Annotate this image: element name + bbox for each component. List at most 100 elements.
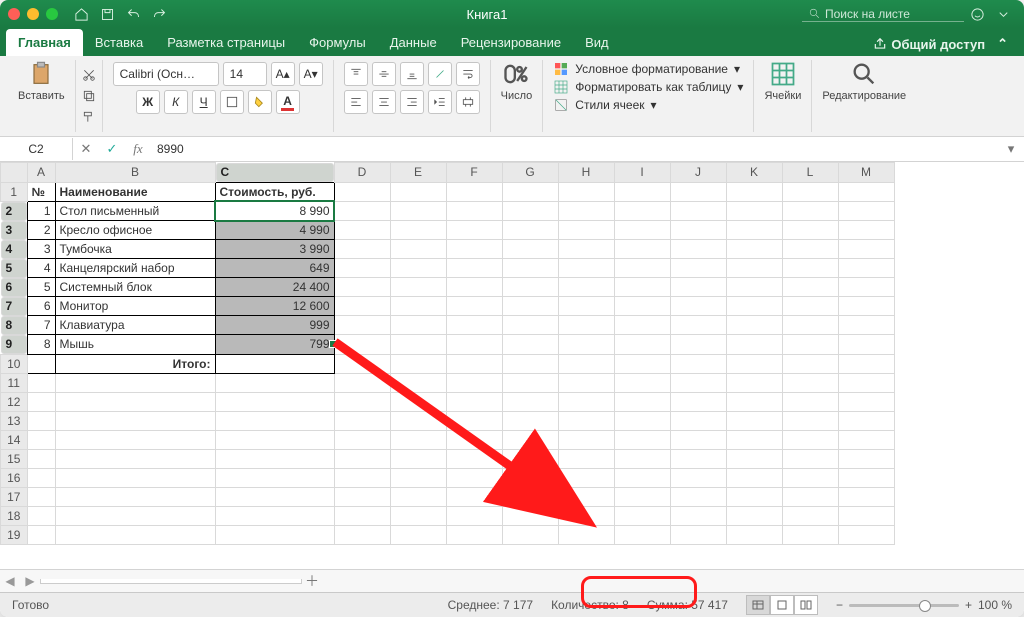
home-icon[interactable] (70, 3, 92, 25)
zoom-out-button[interactable]: − (836, 598, 843, 612)
tab-review[interactable]: Рецензирование (449, 29, 573, 56)
merge-button[interactable] (456, 90, 480, 114)
cancel-icon[interactable]: ✕ (73, 141, 99, 157)
expand-icon[interactable] (992, 3, 1014, 25)
cell[interactable]: 3 990 (215, 240, 334, 259)
cell[interactable]: 4 990 (215, 221, 334, 240)
cell-total-label[interactable]: Итого: (55, 354, 215, 373)
col-header-G[interactable]: G (502, 163, 558, 183)
tab-data[interactable]: Данные (378, 29, 449, 56)
minimize-window-button[interactable] (27, 8, 39, 20)
decrease-indent-button[interactable] (428, 90, 452, 114)
cell[interactable]: 999 (215, 316, 334, 335)
align-bottom-button[interactable] (400, 62, 424, 86)
wrap-text-button[interactable] (456, 62, 480, 86)
col-header-L[interactable]: L (782, 163, 838, 183)
cell[interactable]: 24 400 (215, 278, 334, 297)
align-middle-button[interactable] (372, 62, 396, 86)
cell[interactable]: 7 (27, 316, 55, 335)
cell[interactable]: 8 (27, 335, 55, 355)
cells-button[interactable]: Ячейки (764, 60, 801, 102)
save-icon[interactable] (96, 3, 118, 25)
cell[interactable]: Клавиатура (55, 316, 215, 335)
decrease-font-button[interactable]: A▾ (299, 62, 323, 86)
cell-active[interactable]: 8 990 (215, 201, 334, 221)
cut-icon[interactable] (78, 64, 100, 85)
redo-icon[interactable] (148, 3, 170, 25)
cell[interactable]: 3 (27, 240, 55, 259)
cell-styles-button[interactable]: Стили ячеек▾ (553, 96, 656, 114)
tab-home[interactable]: Главная (6, 29, 83, 56)
cell[interactable]: 799 (215, 335, 334, 355)
cell[interactable]: 1 (27, 201, 55, 221)
font-color-button[interactable]: A (276, 90, 300, 114)
align-top-button[interactable] (344, 62, 368, 86)
accept-icon[interactable]: ✓ (99, 141, 125, 157)
col-header-F[interactable]: F (446, 163, 502, 183)
align-left-button[interactable] (344, 90, 368, 114)
cell[interactable]: Канцелярский набор (55, 259, 215, 278)
cell[interactable]: 2 (27, 221, 55, 240)
number-format-button[interactable]: Число (501, 60, 533, 102)
align-center-button[interactable] (372, 90, 396, 114)
cell[interactable]: Стоимость, руб. (215, 182, 334, 201)
normal-view-button[interactable] (746, 595, 770, 615)
tab-formulas[interactable]: Формулы (297, 29, 378, 56)
spreadsheet-grid[interactable]: A B C D E F G H I J K L M 1№Наименование… (0, 162, 1024, 569)
fx-icon[interactable]: fx (125, 141, 151, 157)
name-box[interactable]: C2 (0, 138, 73, 160)
maximize-window-button[interactable] (46, 8, 58, 20)
col-header-J[interactable]: J (670, 163, 726, 183)
col-header-C[interactable]: C (216, 163, 334, 182)
zoom-in-button[interactable]: + (965, 598, 972, 612)
tab-page-layout[interactable]: Разметка страницы (155, 29, 297, 56)
cell[interactable]: Системный блок (55, 278, 215, 297)
page-layout-view-button[interactable] (770, 595, 794, 615)
font-select[interactable]: Calibri (Осн… (113, 62, 219, 86)
col-header-B[interactable]: B (55, 163, 215, 183)
col-header-I[interactable]: I (614, 163, 670, 183)
smiley-icon[interactable] (966, 3, 988, 25)
cell[interactable]: Наименование (55, 182, 215, 201)
search-input[interactable]: Поиск на листе (802, 7, 964, 22)
editing-button[interactable]: Редактирование (822, 60, 906, 102)
close-window-button[interactable] (8, 8, 20, 20)
cell[interactable]: Кресло офисное (55, 221, 215, 240)
col-header-K[interactable]: K (726, 163, 782, 183)
cell[interactable]: 4 (27, 259, 55, 278)
paste-button[interactable]: Вставить (18, 60, 65, 102)
cell[interactable]: 649 (215, 259, 334, 278)
fill-color-button[interactable] (248, 90, 272, 114)
format-painter-icon[interactable] (78, 107, 100, 128)
next-sheet-button[interactable]: ▶ (20, 574, 40, 588)
sheet-tab[interactable] (40, 579, 302, 584)
expand-formula-icon[interactable]: ▾ (998, 141, 1024, 157)
borders-button[interactable] (220, 90, 244, 114)
select-all-corner[interactable] (1, 163, 28, 183)
italic-button[interactable]: К (164, 90, 188, 114)
cell[interactable]: 6 (27, 297, 55, 316)
cell[interactable]: Монитор (55, 297, 215, 316)
underline-button[interactable]: Ч (192, 90, 216, 114)
format-as-table-button[interactable]: Форматировать как таблицу▾ (553, 78, 743, 96)
increase-font-button[interactable]: A▴ (271, 62, 295, 86)
col-header-E[interactable]: E (390, 163, 446, 183)
orientation-button[interactable] (428, 62, 452, 86)
zoom-slider[interactable] (849, 604, 959, 607)
cell[interactable]: Мышь (55, 335, 215, 355)
prev-sheet-button[interactable]: ◀ (0, 574, 20, 588)
cell[interactable]: Стол письменный (55, 201, 215, 221)
selection-handle[interactable] (329, 340, 337, 348)
cell[interactable]: Тумбочка (55, 240, 215, 259)
col-header-H[interactable]: H (558, 163, 614, 183)
formula-input[interactable]: 8990 (151, 142, 998, 156)
cell[interactable]: 5 (27, 278, 55, 297)
col-header-A[interactable]: A (27, 163, 55, 183)
add-sheet-button[interactable]: ＋ (302, 571, 322, 591)
bold-button[interactable]: Ж (136, 90, 160, 114)
page-break-view-button[interactable] (794, 595, 818, 615)
col-header-D[interactable]: D (334, 163, 390, 183)
cell[interactable]: № (27, 182, 55, 201)
share-button[interactable]: Общий доступ ⌃ (863, 36, 1018, 56)
align-right-button[interactable] (400, 90, 424, 114)
